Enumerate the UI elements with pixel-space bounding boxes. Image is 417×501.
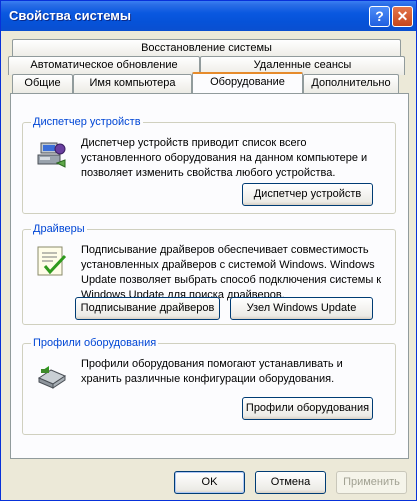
apply-button[interactable]: Применить <box>336 471 407 494</box>
hardware-profiles-icon <box>35 358 69 392</box>
drivers-group: Драйверы Подписывание драйверов обеспечи… <box>22 223 396 325</box>
hardware-profiles-title: Профили оборудования <box>31 337 159 349</box>
tab-automatic-updates[interactable]: Автоматическое обновление <box>8 56 200 75</box>
help-button[interactable]: ? <box>369 6 390 27</box>
device-manager-group: Диспетчер устройств Диспетчер устройств … <box>22 116 396 214</box>
tab-computer-name[interactable]: Имя компьютера <box>73 74 192 93</box>
driver-signing-icon <box>35 244 69 278</box>
tab-general[interactable]: Общие <box>12 74 73 93</box>
drivers-title: Драйверы <box>31 223 87 235</box>
tab-hardware[interactable]: Оборудование <box>192 72 303 93</box>
tab-strip: Восстановление системы Автоматическое об… <box>1 31 416 93</box>
title-bar[interactable]: Свойства системы ? ✕ <box>1 1 416 31</box>
tab-advanced[interactable]: Дополнительно <box>303 74 399 93</box>
windows-update-button[interactable]: Узел Windows Update <box>230 297 373 320</box>
ok-button[interactable]: OK <box>174 471 245 494</box>
hardware-tab-panel: Диспетчер устройств Диспетчер устройств … <box>10 93 409 459</box>
window-title: Свойства системы <box>9 8 131 23</box>
driver-signing-button[interactable]: Подписывание драйверов <box>75 297 220 320</box>
close-button[interactable]: ✕ <box>392 6 413 27</box>
cancel-button[interactable]: Отмена <box>255 471 326 494</box>
drivers-description: Подписывание драйверов обеспечивает совм… <box>81 244 382 301</box>
hardware-profiles-description: Профили оборудования помогают устанавлив… <box>81 358 343 385</box>
system-properties-window: Свойства системы ? ✕ Восстановление сист… <box>0 0 417 501</box>
hardware-profiles-button[interactable]: Профили оборудования <box>242 397 373 420</box>
device-manager-title: Диспетчер устройств <box>31 116 143 128</box>
device-manager-icon <box>35 137 69 171</box>
device-manager-button[interactable]: Диспетчер устройств <box>242 183 373 206</box>
hardware-profiles-group: Профили оборудования Профили оборудовани… <box>22 337 396 435</box>
device-manager-description: Диспетчер устройств приводит список всег… <box>81 137 368 179</box>
